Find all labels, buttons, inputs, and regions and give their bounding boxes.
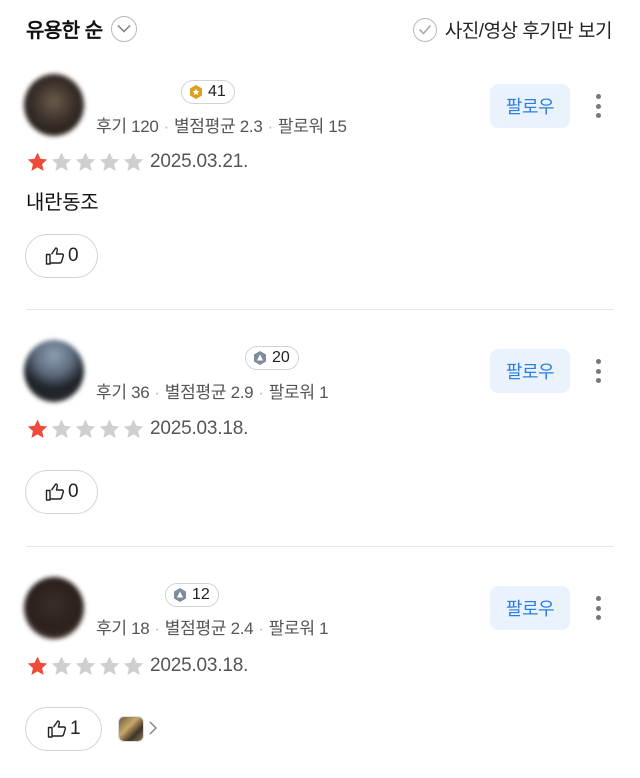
badge-count: 12 (192, 586, 210, 603)
star-filled-icon (27, 152, 48, 171)
reviewer-grade-badge: 41 (181, 80, 235, 104)
reviewer-grade-badge: 20 (245, 346, 299, 370)
thumbs-up-icon (45, 247, 65, 265)
photo-filter-label: 사진/영상 후기만 보기 (444, 21, 613, 42)
review-count: 후기 18 (96, 619, 150, 638)
badge-count: 20 (272, 349, 290, 366)
chevron-down-icon (110, 15, 137, 42)
average-rating: 별점평균 2.4 (164, 619, 254, 638)
review-date: 2025.03.21. (150, 151, 249, 172)
star-empty-icon (51, 419, 72, 438)
star-empty-icon (51, 152, 72, 171)
follower-count: 팔로워 15 (277, 117, 347, 136)
like-button[interactable]: 1 (25, 707, 102, 751)
star-empty-icon (123, 152, 144, 171)
reviewer-grade-badge: 12 (165, 583, 219, 607)
star-empty-icon (123, 656, 144, 675)
average-rating: 별점평균 2.9 (164, 383, 254, 402)
rating-row: 2025.03.21. (26, 151, 248, 173)
photo-review-filter[interactable]: 사진/영상 후기만 보기 (412, 16, 613, 43)
like-button[interactable]: 0 (25, 234, 98, 278)
star-empty-icon (75, 656, 96, 675)
star-empty-icon (99, 419, 120, 438)
review-count: 후기 120 (96, 117, 159, 136)
star-empty-icon (51, 656, 72, 675)
gray-hexagon-icon (254, 351, 266, 365)
gray-hexagon-icon (174, 588, 186, 602)
like-count: 1 (70, 718, 81, 739)
follow-button[interactable]: 팔로우 (490, 349, 570, 393)
review-text: 내란동조 (26, 192, 99, 214)
thumbs-up-icon (47, 720, 67, 738)
review-header: 유용한 순 사진/영상 후기만 보기 (0, 0, 640, 60)
star-filled-icon (27, 419, 48, 438)
reviewer-stats: 후기 36 · 별점평균 2.9 · 팔로워 1 (96, 383, 329, 402)
star-rating (26, 151, 146, 173)
more-options-icon[interactable] (588, 91, 608, 121)
star-rating (26, 655, 146, 677)
sort-label: 유용한 순 (26, 20, 103, 42)
star-empty-icon (123, 419, 144, 438)
like-count: 0 (68, 481, 79, 502)
star-empty-icon (99, 152, 120, 171)
check-circle-icon (412, 17, 437, 42)
follow-button[interactable]: 팔로우 (490, 84, 570, 128)
divider (26, 546, 614, 547)
follow-button[interactable]: 팔로우 (490, 586, 570, 630)
like-count: 0 (68, 245, 79, 266)
review-photo-thumbnail[interactable] (118, 716, 144, 742)
star-filled-icon (27, 656, 48, 675)
avatar[interactable] (24, 340, 84, 402)
review-date: 2025.03.18. (150, 655, 249, 676)
star-empty-icon (99, 656, 120, 675)
more-options-icon[interactable] (588, 356, 608, 386)
reviewer-stats: 후기 18 · 별점평균 2.4 · 팔로워 1 (96, 619, 329, 638)
thumbs-up-icon (45, 483, 65, 501)
review-date: 2025.03.18. (150, 418, 249, 439)
review-count: 후기 36 (96, 383, 150, 402)
rating-row: 2025.03.18. (26, 655, 248, 677)
divider (26, 309, 614, 310)
sort-dropdown[interactable]: 유용한 순 (26, 14, 137, 43)
chevron-right-icon[interactable] (148, 720, 158, 741)
star-empty-icon (75, 152, 96, 171)
follower-count: 팔로워 1 (268, 383, 329, 402)
avatar[interactable] (24, 577, 84, 639)
star-rating (26, 418, 146, 440)
badge-count: 41 (208, 83, 226, 100)
gold-hexagon-icon (190, 85, 202, 99)
average-rating: 별점평균 2.3 (173, 117, 263, 136)
star-empty-icon (75, 419, 96, 438)
follower-count: 팔로워 1 (268, 619, 329, 638)
more-options-icon[interactable] (588, 593, 608, 623)
reviewer-stats: 후기 120 · 별점평균 2.3 · 팔로워 15 (96, 117, 347, 136)
like-button[interactable]: 0 (25, 470, 98, 514)
avatar[interactable] (24, 74, 84, 136)
rating-row: 2025.03.18. (26, 418, 248, 440)
